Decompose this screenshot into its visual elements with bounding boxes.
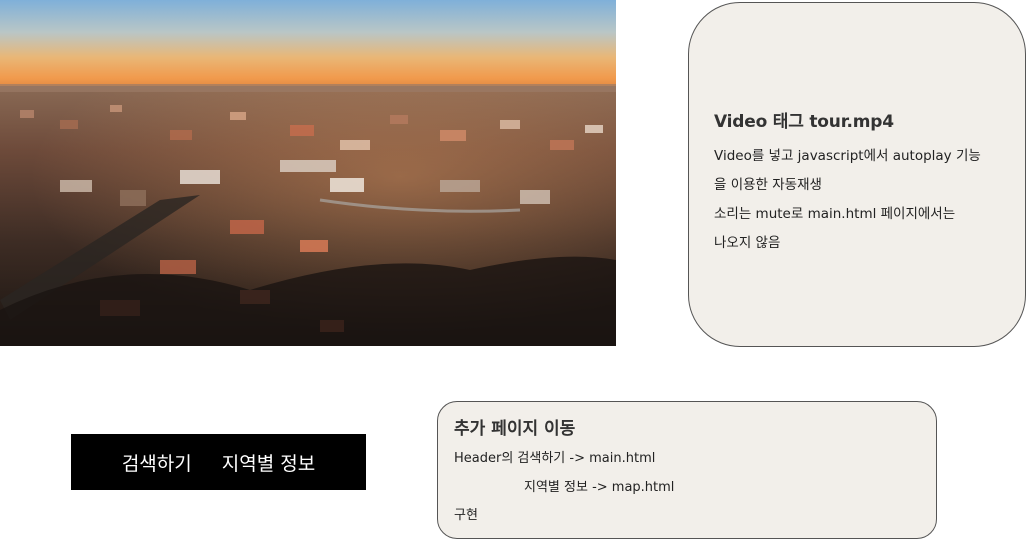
move-line: Header의 검색하기 -> main.html [454, 451, 656, 466]
note-line: 을 이용한 자동재생 [714, 177, 822, 193]
nav-region-info-link[interactable]: 지역별 정보 [222, 449, 315, 476]
video-frame-image [0, 0, 616, 346]
video-note-card: Video 태그 tour.mp4 Video를 넣고 javascript에서… [688, 2, 1026, 347]
note-line: 나오지 않음 [714, 235, 781, 251]
move-line: 지역별 정보 -> map.html [524, 479, 675, 495]
video-note-title: Video 태그 tour.mp4 [714, 112, 894, 132]
move-line: 구현 [454, 508, 478, 523]
page-move-title: 추가 페이지 이동 [454, 419, 576, 439]
page-move-card: 추가 페이지 이동 Header의 검색하기 -> main.html 지역별 … [437, 401, 937, 539]
page: Video 태그 tour.mp4 Video를 넣고 javascript에서… [0, 0, 1028, 539]
header-nav: 검색하기 지역별 정보 [71, 434, 366, 490]
note-line: 소리는 mute로 main.html 페이지에서는 [714, 206, 956, 222]
nav-search-link[interactable]: 검색하기 [122, 449, 192, 476]
page-move-body: Header의 검색하기 -> main.html 지역별 정보 -> map.… [454, 445, 920, 531]
note-line: Video를 넣고 javascript에서 autoplay 기능 [714, 148, 981, 164]
video-note-body: Video를 넣고 javascript에서 autoplay 기능 을 이용한… [714, 142, 1001, 258]
tour-video[interactable] [0, 0, 616, 346]
